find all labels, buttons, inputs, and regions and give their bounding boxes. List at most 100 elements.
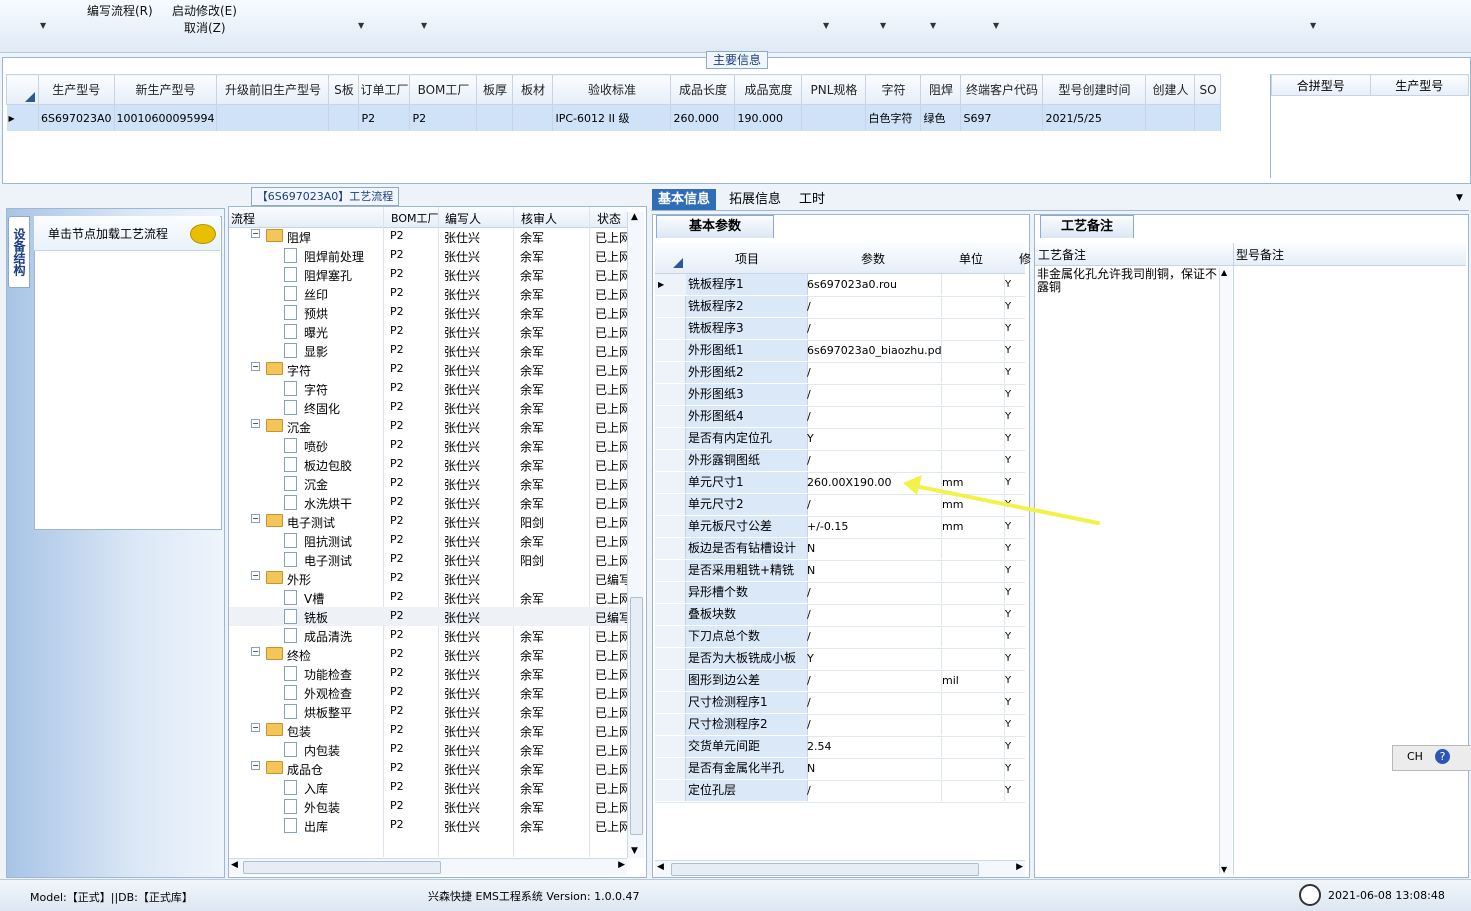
tree-row[interactable]: − 沉金 P2 张仕兴 余军 已上网 xyxy=(229,417,627,436)
table-row[interactable]: 异形槽个数 / Y xyxy=(655,582,1025,605)
process-vertical-scrollbar[interactable]: ▲ ▼ xyxy=(627,212,644,858)
param-value[interactable]: / xyxy=(806,406,942,427)
row-indicator[interactable] xyxy=(655,780,686,801)
param-value[interactable]: 2.54 xyxy=(806,736,942,757)
column-header[interactable]: 验收标准 xyxy=(552,74,672,105)
param-value[interactable]: 260.00X190.00 xyxy=(806,472,942,493)
column-header[interactable]: 合拼型号 xyxy=(1271,74,1371,96)
cancel-button[interactable]: 取消(Z) xyxy=(184,19,226,36)
tree-row[interactable]: 外包装 P2 张仕兴 余军 已上网 xyxy=(229,797,627,816)
grid-corner[interactable] xyxy=(6,74,39,105)
param-value[interactable]: Y xyxy=(806,428,942,449)
row-indicator[interactable] xyxy=(655,472,686,493)
row-indicator[interactable] xyxy=(655,428,686,449)
param-value[interactable]: / xyxy=(806,494,942,515)
table-row[interactable]: 交货单元间距 2.54 Y xyxy=(655,736,1025,759)
column-header[interactable]: 创建人 xyxy=(1145,74,1196,105)
param-value[interactable]: / xyxy=(806,384,942,405)
tree-row[interactable]: 成品清洗 P2 张仕兴 余军 已上网 xyxy=(229,626,627,645)
row-indicator[interactable] xyxy=(655,626,686,647)
help-icon[interactable]: ? xyxy=(1435,749,1450,764)
column-header[interactable]: 型号创建时间 xyxy=(1042,74,1147,105)
scrollbar-thumb[interactable] xyxy=(243,861,441,874)
tree-row[interactable]: 烘板整平 P2 张仕兴 余军 已上网 xyxy=(229,702,627,721)
column-header[interactable]: 终端客户代码 xyxy=(960,74,1044,105)
row-indicator[interactable] xyxy=(655,648,686,669)
tree-row[interactable]: 终固化 P2 张仕兴 余军 已上网 xyxy=(229,398,627,417)
collapse-icon[interactable]: − xyxy=(251,229,260,238)
column-header[interactable]: 订单工厂 xyxy=(358,74,411,105)
tab-dropdown-icon[interactable]: ▼ xyxy=(1456,193,1463,203)
table-row[interactable]: 外形图纸3/ Y xyxy=(655,384,1025,407)
column-header[interactable]: S板 xyxy=(328,74,360,105)
tree-row[interactable]: 阻焊塞孔 P2 张仕兴 余军 已上网 xyxy=(229,265,627,284)
column-header[interactable]: SO xyxy=(1194,74,1222,105)
table-row[interactable]: 外形图纸2/ Y xyxy=(655,362,1025,385)
tree-row[interactable]: − 外形 P2 张仕兴 已编写 xyxy=(229,569,627,588)
grid-corner[interactable] xyxy=(673,258,683,268)
tree-row[interactable]: − 阻焊 P2 张仕兴 余军 已上网 xyxy=(229,227,627,246)
tree-row[interactable]: − 终检 P2 张仕兴 余军 已上网 xyxy=(229,645,627,664)
tab-work-hours[interactable]: 工时 xyxy=(793,189,831,210)
tree-row[interactable]: V槽 P2 张仕兴 余军 已上网 xyxy=(229,588,627,607)
param-value[interactable]: N xyxy=(806,538,942,559)
row-indicator[interactable] xyxy=(655,318,686,339)
column-header[interactable]: 参数 xyxy=(861,250,885,267)
tree-row[interactable]: 板边包胶 P2 张仕兴 余军 已上网 xyxy=(229,455,627,474)
tab-basic-info[interactable]: 基本信息 xyxy=(652,189,717,210)
column-header[interactable]: 流程 xyxy=(231,210,255,227)
table-row[interactable]: 铣板程序3/ Y xyxy=(655,318,1025,341)
tree-row[interactable]: 阻抗测试 P2 张仕兴 余军 已上网 xyxy=(229,531,627,550)
table-row[interactable]: ▶ 6S697023A0 10010600095994 P2 P2 IPC-6012 II… xyxy=(6,104,1222,131)
row-indicator-icon[interactable]: ▶ xyxy=(655,274,689,295)
edit-flow-button[interactable]: 编写流程(R) xyxy=(87,2,153,19)
table-row[interactable]: 叠板块数 / Y xyxy=(655,604,1025,627)
column-header[interactable]: 状态 xyxy=(597,210,621,227)
column-header[interactable]: 新生产型号 xyxy=(113,74,218,105)
param-value[interactable]: / xyxy=(806,626,942,647)
table-row[interactable]: 铣板程序2/ Y xyxy=(655,296,1025,319)
dropdown-arrow-icon[interactable]: ▼ xyxy=(930,21,936,30)
param-value[interactable]: Y xyxy=(806,648,942,669)
dropdown-arrow-icon[interactable]: ▼ xyxy=(421,21,427,30)
tree-row[interactable]: − 成品仓 P2 张仕兴 余军 已上网 xyxy=(229,759,627,778)
ime-toolbar[interactable]: CH ? xyxy=(1392,745,1471,771)
tab-process-remarks[interactable]: 工艺备注 xyxy=(1040,215,1134,238)
column-header[interactable]: BOM工厂 xyxy=(409,74,478,105)
tree-row[interactable]: 丝印 P2 张仕兴 余军 已上网 xyxy=(229,284,627,303)
collapse-icon[interactable]: − xyxy=(251,362,260,371)
collapse-icon[interactable]: − xyxy=(251,514,260,523)
row-indicator[interactable] xyxy=(655,362,686,383)
column-header[interactable]: 项目 xyxy=(735,250,759,267)
params-horizontal-scrollbar[interactable]: ◀ ▶ xyxy=(655,860,1025,877)
column-header[interactable]: 板厚 xyxy=(476,74,514,105)
row-indicator[interactable] xyxy=(655,406,686,427)
table-row[interactable]: 尺寸检测程序1/ Y xyxy=(655,692,1025,715)
column-header[interactable]: 生产型号 xyxy=(38,74,115,105)
table-row[interactable]: 单元板尺寸公差 +/-0.15 mm Y xyxy=(655,516,1025,539)
row-indicator[interactable] xyxy=(655,340,686,361)
row-indicator[interactable] xyxy=(655,538,686,559)
param-value[interactable]: 6s697023a0_biaozhu.pdf xyxy=(806,340,942,361)
tree-row[interactable]: − 字符 P2 张仕兴 余军 已上网 xyxy=(229,360,627,379)
table-row[interactable]: 是否采用粗铣+精铣 N Y xyxy=(655,560,1025,583)
collapse-icon[interactable]: − xyxy=(251,419,260,428)
tree-row[interactable]: 喷砂 P2 张仕兴 余军 已上网 xyxy=(229,436,627,455)
param-value[interactable]: / xyxy=(806,670,942,691)
param-value[interactable]: +/-0.15 xyxy=(806,516,942,537)
dropdown-arrow-icon[interactable]: ▼ xyxy=(823,21,829,30)
param-value[interactable]: / xyxy=(806,296,942,317)
tree-row[interactable]: 曝光 P2 张仕兴 余军 已上网 xyxy=(229,322,627,341)
param-value[interactable]: N xyxy=(806,560,942,581)
table-row[interactable]: 单元尺寸2/mm Y xyxy=(655,494,1025,517)
collapse-icon[interactable]: − xyxy=(251,723,260,732)
table-row[interactable]: 外形图纸1 6s697023a0_biaozhu.pdf Y xyxy=(655,340,1025,363)
ime-language-label[interactable]: CH xyxy=(1407,750,1423,763)
start-modify-button[interactable]: 启动修改(E) xyxy=(172,2,237,19)
tree-row[interactable]: − 包装 P2 张仕兴 余军 已上网 xyxy=(229,721,627,740)
column-header[interactable]: 成品长度 xyxy=(670,74,736,105)
table-row[interactable]: 尺寸检测程序2/ Y xyxy=(655,714,1025,737)
table-row[interactable]: 图形到边公差 / mil Y xyxy=(655,670,1025,693)
tree-row[interactable]: 外观检查 P2 张仕兴 余军 已上网 xyxy=(229,683,627,702)
tree-row[interactable]: 预烘 P2 张仕兴 余军 已上网 xyxy=(229,303,627,322)
